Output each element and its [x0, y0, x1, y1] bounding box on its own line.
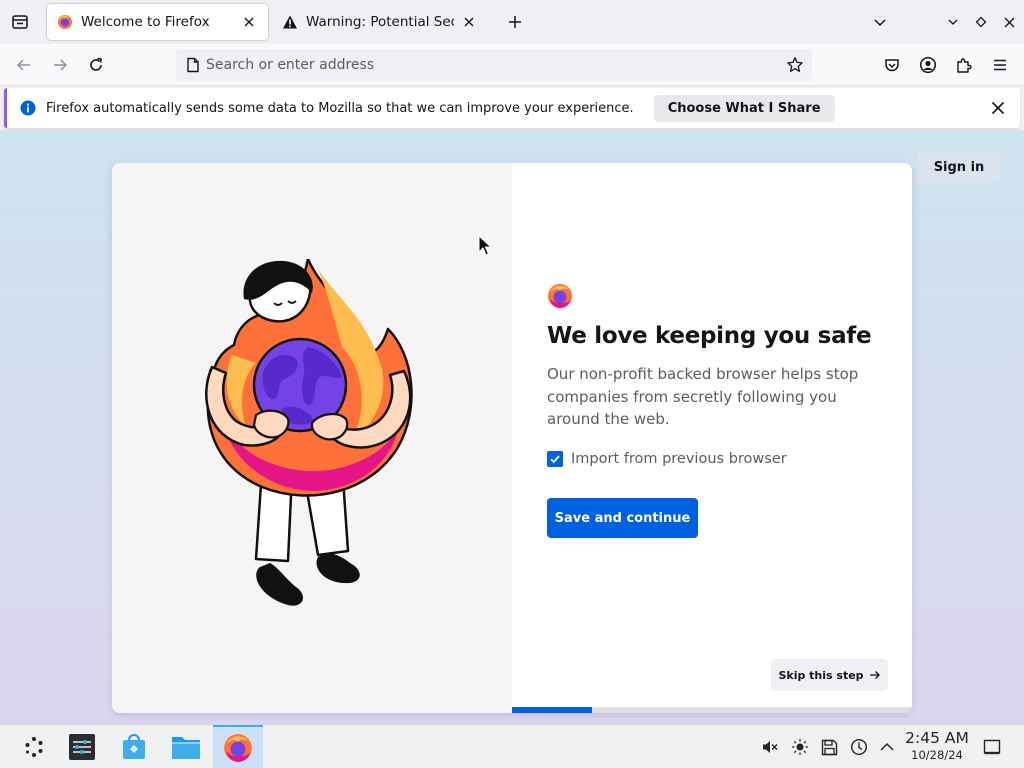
- illustration-panel: [112, 163, 512, 713]
- discover-store-icon[interactable]: [110, 725, 158, 768]
- maximize-diamond-icon[interactable]: [966, 7, 996, 37]
- warning-icon: [282, 14, 298, 30]
- plus-icon[interactable]: [500, 7, 530, 37]
- hamburger-menu-icon[interactable]: [985, 50, 1015, 80]
- close-icon[interactable]: [988, 98, 1008, 118]
- page-subtitle: Our non-profit backed browser helps stop…: [547, 365, 859, 428]
- person-hugging-globe-illustration: [205, 259, 413, 606]
- page-title: We love keeping you safe: [547, 323, 872, 349]
- import-checkbox[interactable]: [547, 451, 563, 467]
- account-icon[interactable]: [913, 50, 943, 80]
- tab-strip: Welcome to Firefox Warning: Potential Se…: [0, 0, 1024, 44]
- checkmark-icon: [550, 455, 560, 464]
- speaker-muted-icon[interactable]: [760, 737, 780, 757]
- chevron-down-icon[interactable]: [865, 7, 895, 37]
- firefox-icon[interactable]: [213, 725, 263, 768]
- updates-icon[interactable]: [849, 737, 869, 757]
- firefox-icon: [57, 14, 73, 30]
- arrow-right-icon: [869, 671, 880, 679]
- tab-overview-icon[interactable]: [5, 7, 35, 37]
- notification-message: Firefox automatically sends some data to…: [46, 100, 634, 116]
- tab-title: Welcome to Firefox: [81, 14, 210, 30]
- search-input[interactable]: [206, 50, 766, 80]
- app-launcher-icon[interactable]: [10, 725, 58, 768]
- save-icon[interactable]: [819, 737, 839, 757]
- tab-security-warning[interactable]: Warning: Potential Security Risk Ahead: [272, 4, 488, 40]
- navigation-toolbar: [0, 44, 1024, 86]
- pocket-icon[interactable]: [877, 50, 907, 80]
- mouse-cursor-icon: [478, 235, 492, 256]
- tab-title: Warning: Potential Security Risk Ahead: [306, 14, 454, 30]
- clock-time: 2:45 AM: [905, 729, 969, 747]
- page-icon: [186, 57, 200, 73]
- puzzle-icon[interactable]: [949, 50, 979, 80]
- star-icon[interactable]: [786, 56, 804, 74]
- brightness-icon[interactable]: [790, 737, 810, 757]
- close-icon[interactable]: [460, 13, 478, 31]
- show-desktop-icon[interactable]: [982, 737, 1002, 757]
- file-manager-icon[interactable]: [162, 725, 210, 768]
- window-close-icon[interactable]: [994, 7, 1024, 37]
- data-collection-notification: Firefox automatically sends some data to…: [4, 88, 1020, 128]
- back-arrow-icon[interactable]: [9, 50, 39, 80]
- reload-icon[interactable]: [81, 50, 111, 80]
- close-icon[interactable]: [240, 13, 258, 31]
- taskbar: 2:45 AM 10/28/24: [0, 724, 1024, 768]
- choose-what-i-share-button[interactable]: Choose What I Share: [653, 94, 835, 122]
- clock-date: 10/28/24: [911, 748, 963, 762]
- address-bar[interactable]: [176, 49, 812, 81]
- onboarding-card: We love keeping you safe Our non-profit …: [112, 163, 912, 713]
- page-content: Sign in We love keeping you safe Our non…: [0, 130, 1024, 724]
- system-settings-icon[interactable]: [58, 725, 106, 768]
- forward-arrow-icon[interactable]: [45, 50, 75, 80]
- import-label: Import from previous browser: [571, 451, 787, 467]
- chevron-up-icon[interactable]: [877, 737, 897, 757]
- sign-in-button[interactable]: Sign in: [918, 151, 1000, 183]
- progress-fill: [512, 707, 592, 713]
- info-icon: [20, 100, 36, 116]
- save-and-continue-button[interactable]: Save and continue: [547, 498, 698, 538]
- firefox-logo-icon: [548, 284, 572, 308]
- minimize-chevron-icon[interactable]: [938, 7, 968, 37]
- skip-this-step-button[interactable]: Skip this step: [771, 659, 888, 691]
- onboarding-progress-bar: [512, 707, 912, 713]
- skip-label: Skip this step: [778, 668, 864, 682]
- import-checkbox-row[interactable]: Import from previous browser: [547, 451, 787, 467]
- tab-welcome-to-firefox[interactable]: Welcome to Firefox: [47, 4, 268, 40]
- content-panel: We love keeping you safe Our non-profit …: [512, 163, 912, 713]
- taskbar-clock[interactable]: 2:45 AM 10/28/24: [900, 729, 974, 763]
